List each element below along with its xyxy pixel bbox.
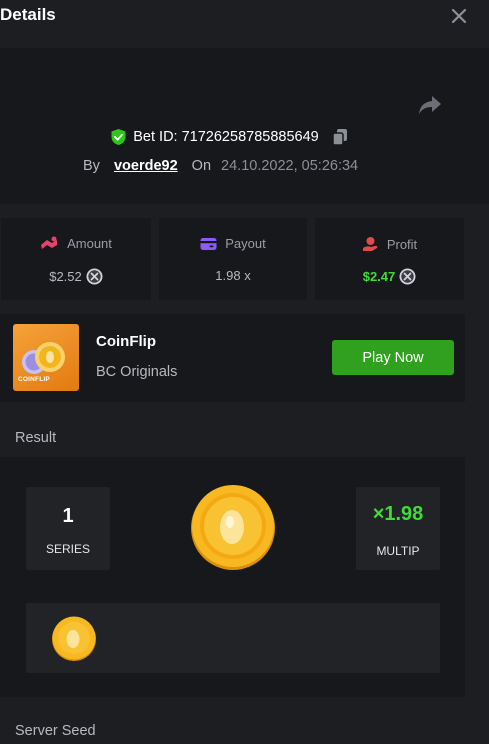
result-panel: 1 SERIES ×1.98 MULTIP [0,457,465,697]
multiplier-box: ×1.98 MULTIP [356,487,440,570]
play-now-button[interactable]: Play Now [332,340,454,375]
username-link[interactable]: voerde92 [114,158,178,174]
bet-byline: By voerde92 On 24.10.2022, 05:26:34 [83,158,358,174]
dialog-title: Details [0,5,56,24]
profit-card: Profit $2.47 [315,218,464,300]
multiplier-value: ×1.98 [372,503,424,525]
coinflip-thumbnail[interactable]: COINFLIP [13,324,79,391]
flip-history-strip [26,603,440,673]
multiplier-label: MULTIP [376,544,420,558]
payout-card: Payout 1.98 x [159,218,307,300]
verified-shield-icon [111,129,126,145]
bet-id-text: Bet ID: 71726258785885649 [133,129,319,145]
amount-icon [41,236,58,249]
currency-coin-icon [86,268,103,285]
server-seed-label: Server Seed [15,723,96,739]
game-info-row: COINFLIP CoinFlip BC Originals Play Now [0,314,465,402]
series-label: SERIES [45,542,90,556]
amount-label: Amount [67,236,112,251]
close-icon[interactable] [448,5,470,27]
profit-value: $2.47 [362,269,396,284]
currency-coin-icon [399,268,416,285]
payout-value: 1.98 x [215,268,251,283]
payout-label: Payout [225,236,266,251]
profit-icon [362,237,378,251]
amount-value: $2.52 [49,269,82,284]
wallet-icon [200,237,217,250]
by-label: By [83,158,100,174]
amount-card: Amount $2.52 [1,218,151,300]
result-section-label: Result [15,430,57,446]
on-label: On [191,158,212,174]
bet-datetime: 24.10.2022, 05:26:34 [221,158,359,174]
game-name[interactable]: CoinFlip [96,333,156,350]
details-header: Details [0,0,489,34]
copy-icon[interactable] [331,128,349,146]
series-value: 1 [62,505,74,527]
share-icon[interactable] [417,94,443,116]
bet-summary-panel [0,48,489,204]
profit-label: Profit [386,236,418,252]
coin-history-icon [52,616,96,661]
bet-id-row: Bet ID: 71726258785885649 [0,128,459,146]
thumbnail-label: COINFLIP [18,376,50,383]
series-box: 1 SERIES [26,487,110,570]
coin-result-icon [191,485,275,570]
game-provider: BC Originals [96,364,178,380]
